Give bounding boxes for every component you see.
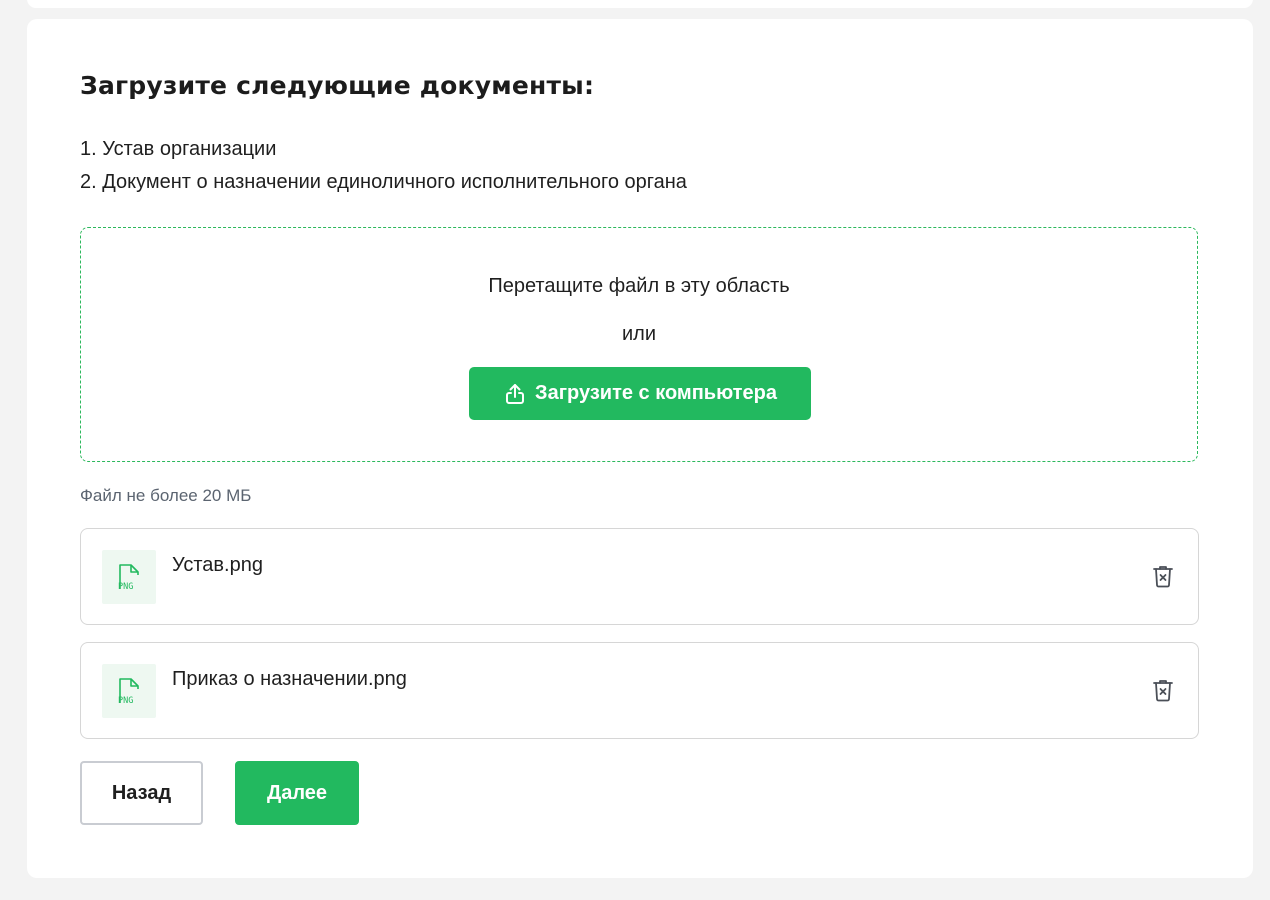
required-document-item: 2. Документ о назначении единоличного ис…: [80, 171, 687, 193]
next-button[interactable]: Далее: [235, 761, 359, 825]
dropzone-or-label: или: [621, 323, 656, 345]
upload-button-label: Загрузите с компьютера: [535, 382, 777, 404]
previous-section-card: [27, 0, 1253, 8]
png-file-icon: PNG: [102, 550, 156, 604]
file-name: Приказ о назначении.png: [172, 668, 407, 690]
document-upload-card: Загрузите следующие документы: 1. Устав …: [27, 19, 1253, 878]
page-title: Загрузите следующие документы:: [80, 71, 595, 100]
delete-file-button[interactable]: [1150, 678, 1176, 704]
upload-from-computer-button[interactable]: Загрузите с компьютера: [469, 367, 811, 420]
file-size-note: Файл не более 20 МБ: [80, 486, 252, 505]
file-type-label: PNG: [118, 582, 133, 592]
back-button[interactable]: Назад: [80, 761, 203, 825]
required-documents-list: 1. Устав организации 2. Документ о назна…: [80, 133, 687, 199]
file-type-label: PNG: [118, 696, 133, 706]
png-file-icon: PNG: [102, 664, 156, 718]
uploaded-file-item: PNG Приказ о назначении.png: [80, 642, 1199, 739]
delete-file-button[interactable]: [1150, 564, 1176, 590]
required-document-item: 1. Устав организации: [80, 138, 277, 160]
trash-icon: [1152, 564, 1174, 591]
dropzone-hint: Перетащите файл в эту область: [488, 275, 790, 297]
uploaded-file-item: PNG Устав.png: [80, 528, 1199, 625]
trash-icon: [1152, 678, 1174, 705]
upload-icon: [503, 382, 527, 406]
file-name: Устав.png: [172, 554, 263, 576]
file-dropzone[interactable]: Перетащите файл в эту область или Загруз…: [80, 227, 1198, 462]
